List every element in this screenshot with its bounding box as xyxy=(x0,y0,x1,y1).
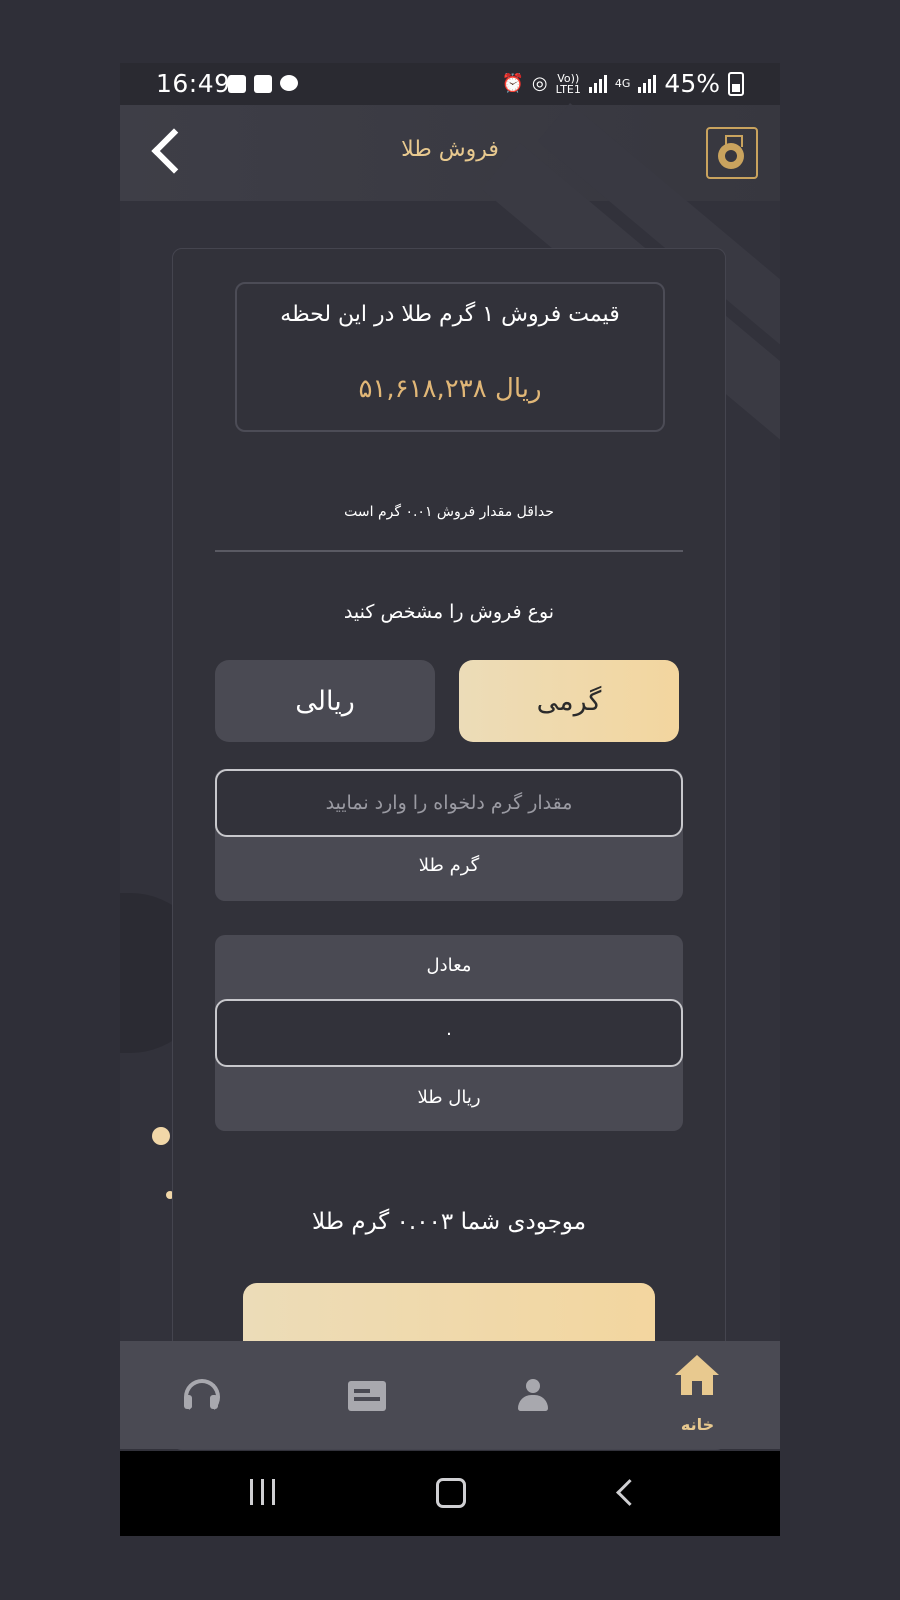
checkbox-icon xyxy=(254,75,272,93)
hotspot-icon: ◎ xyxy=(531,73,548,94)
equivalent-value-field: ۰ xyxy=(215,999,683,1067)
page-title: فروش طلا xyxy=(401,137,499,162)
system-status-icons: ⏰ ◎ Vo)) LTE1 4G 45% xyxy=(501,69,744,98)
divider xyxy=(215,550,683,552)
nav-home[interactable]: خانه xyxy=(615,1341,780,1449)
home-icon xyxy=(675,1355,719,1395)
volte-indicator: Vo)) LTE1 xyxy=(555,71,581,96)
nav-support[interactable] xyxy=(120,1341,285,1449)
recent-apps-icon[interactable] xyxy=(250,1479,275,1505)
signal-icon-2 xyxy=(638,74,657,93)
top-app-bar: فروش طلا xyxy=(120,105,780,201)
gallery-icon xyxy=(228,75,246,93)
app-screen: 16:49 ⏰ ◎ Vo)) LTE1 4G 45% فروش طلا قیمت… xyxy=(120,63,780,1536)
system-home-icon[interactable] xyxy=(436,1478,466,1508)
sell-form-card: قیمت فروش ۱ گرم طلا در این لحظه ۵۱,۶۱۸,۲… xyxy=(172,248,726,1450)
gram-input-group: گرم طلا xyxy=(215,769,683,901)
notification-icons xyxy=(228,75,298,93)
nav-news[interactable] xyxy=(285,1341,450,1449)
system-back-icon[interactable] xyxy=(616,1479,643,1506)
signal-icon xyxy=(588,74,607,93)
user-balance: موجودی شما ۰.۰۰۳ گرم طلا xyxy=(311,1209,587,1235)
equivalent-value: ۰ xyxy=(444,1022,454,1044)
background-dot xyxy=(152,1127,170,1145)
price-value: ۵۱,۶۱۸,۲۳۸ ریال xyxy=(358,374,542,404)
battery-percent: 45% xyxy=(664,69,720,98)
news-card-icon xyxy=(348,1381,386,1411)
network-type-indicator: 4G xyxy=(614,77,631,90)
gold-medal-logo-icon xyxy=(706,127,758,179)
rial-unit-label: ریال طلا xyxy=(417,1087,481,1108)
chat-bubble-icon xyxy=(280,75,298,91)
equivalent-label: معادل xyxy=(426,955,472,976)
headset-icon xyxy=(184,1379,220,1415)
bottom-navigation: خانه xyxy=(120,1341,780,1449)
equivalent-group: معادل ۰ ریال طلا xyxy=(215,935,683,1131)
nav-profile[interactable] xyxy=(450,1341,615,1449)
battery-icon xyxy=(728,71,744,96)
minimum-sale-note: حداقل مقدار فروش ۰.۰۱ گرم است xyxy=(344,504,554,520)
price-title: قیمت فروش ۱ گرم طلا در این لحظه xyxy=(280,302,620,327)
rial-type-button[interactable]: ریالی xyxy=(215,660,435,742)
person-icon xyxy=(518,1379,548,1413)
status-time: 16:49 xyxy=(156,69,231,98)
gram-unit-label: گرم طلا xyxy=(418,855,480,876)
alarm-icon: ⏰ xyxy=(501,73,524,94)
system-navigation-bar xyxy=(120,1451,780,1536)
sale-type-label: نوع فروش را مشخص کنید xyxy=(343,601,555,623)
status-bar: 16:49 ⏰ ◎ Vo)) LTE1 4G 45% xyxy=(120,63,780,105)
price-box: قیمت فروش ۱ گرم طلا در این لحظه ۵۱,۶۱۸,۲… xyxy=(235,282,665,432)
nav-home-label: خانه xyxy=(680,1415,715,1434)
gram-amount-input[interactable] xyxy=(215,769,683,837)
gram-type-button[interactable]: گرمی xyxy=(459,660,679,742)
